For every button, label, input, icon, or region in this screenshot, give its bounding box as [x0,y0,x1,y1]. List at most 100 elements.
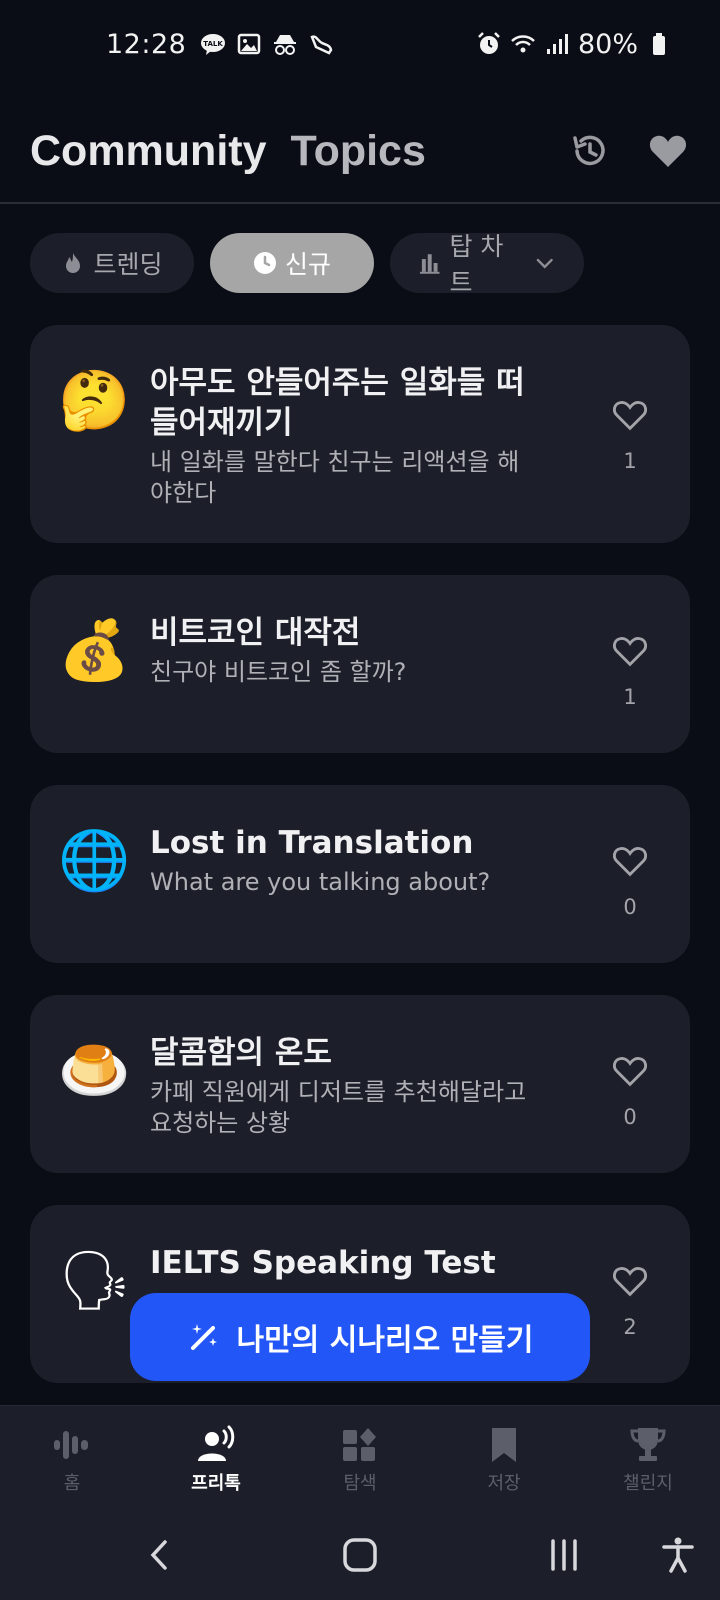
recents-icon [551,1539,577,1571]
chip-top-chart-label: 탑 차트 [449,232,504,297]
image-icon [236,31,262,57]
custard-icon: 🍮 [58,1036,131,1104]
trophy-icon [630,1427,666,1461]
signal-icon [544,31,570,57]
battery-percent: 80% [577,28,638,60]
topic-subtitle: 친구야 비트코인 좀 할까? [150,658,407,686]
heart-outline-icon [613,401,647,431]
system-nav-bar [0,1513,720,1600]
nav-freetalk-label: 프리톡 [191,1472,241,1494]
topic-card[interactable]: 🍮 달콤함의 온도 카페 직원에게 디저트를 추천해달라고 요청하는 상황 0 [30,995,690,1173]
nav-home[interactable]: 홈 [12,1425,132,1495]
globe-icon: 🌐 [58,826,131,894]
wifi-icon [510,31,536,57]
nav-freetalk[interactable]: 프리톡 [156,1425,276,1495]
like-button[interactable]: 1 [608,631,652,709]
thinking-face-icon: 🤔 [58,366,131,434]
svg-text:TALK: TALK [204,40,224,48]
create-scenario-button[interactable]: 나만의 시나리오 만들기 [130,1293,590,1381]
bookmark-icon [492,1427,516,1462]
chip-new[interactable]: 신규 [210,233,374,293]
nav-home-label: 홈 [63,1472,81,1494]
alarm-icon [476,31,502,57]
topic-card[interactable]: 🌐 Lost in Translation What are you talki… [30,785,690,963]
history-icon [573,135,605,166]
person-speaking-icon [198,1425,235,1461]
heart-outline-icon [613,847,647,877]
nav-explore-label: 탐색 [343,1472,377,1494]
status-left: 12:28 TALK [106,29,334,60]
like-count: 0 [623,1105,637,1129]
chip-trending-label: 트렌딩 [93,250,163,279]
bar-chart-icon [419,254,440,274]
like-count: 0 [623,895,637,919]
like-button[interactable]: 0 [608,1051,652,1129]
topic-text: IELTS Speaking Test [150,1243,530,1287]
nav-challenge[interactable]: 챌린지 [588,1425,708,1495]
topic-card[interactable]: 💰 비트코인 대작전 친구야 비트코인 좀 할까? 1 [30,575,690,753]
battery-icon [646,31,672,57]
heart-outline-icon [613,1057,647,1087]
apps-icon [343,1427,376,1461]
topic-text: 달콤함의 온도 카페 직원에게 디저트를 추천해달라고 요청하는 상황 [150,1033,530,1139]
heart-outline-icon [613,637,647,667]
like-button[interactable]: 1 [608,395,652,473]
app-header: Community Topics [0,100,720,204]
nav-challenge-label: 챌린지 [623,1472,673,1494]
speaking-head-icon: 🗣 [58,1246,132,1314]
talk-icon: TALK [200,31,226,57]
back-button[interactable] [138,1533,182,1577]
like-button[interactable]: 0 [608,841,652,919]
bottom-nav: 홈 프리톡 탐색 저장 챌린지 [0,1405,720,1513]
topic-title: 아무도 안들어주는 일화들 떠들어재끼기 [150,365,525,441]
topic-subtitle: 카페 직원에게 디저트를 추천해달라고 요청하는 상황 [150,1078,527,1137]
filter-chips: 트렌딩 신규 탑 차트 [30,232,584,297]
status-time: 12:28 [106,28,187,60]
header-actions [568,129,690,173]
topic-card[interactable]: 🤔 아무도 안들어주는 일화들 떠들어재끼기 내 일화를 말한다 친구는 리액션… [30,325,690,543]
nav-saved-label: 저장 [487,1472,521,1494]
like-count: 1 [623,685,637,709]
recents-button[interactable] [542,1533,586,1577]
topic-title: Lost in Translation [150,825,474,861]
accessibility-button[interactable] [656,1533,700,1577]
chip-top-chart[interactable]: 탑 차트 [390,232,584,297]
create-scenario-label: 나만의 시나리오 만들기 [236,1323,534,1358]
incognito-icon [272,31,298,57]
accessibility-icon [662,1537,694,1573]
clock-icon [253,252,276,274]
history-button[interactable] [568,129,612,173]
page-title: Community Topics [30,127,426,176]
home-square-icon [343,1538,377,1572]
home-button[interactable] [338,1533,382,1577]
waveform-icon [54,1430,88,1459]
chip-new-label: 신규 [284,250,331,279]
topic-title: IELTS Speaking Test [150,1245,496,1281]
chevron-down-icon [536,258,553,269]
magic-wand-icon [190,1324,217,1350]
topic-title: 달콤함의 온도 [150,1035,332,1071]
topic-subtitle: What are you talking about? [150,868,491,896]
topic-text: Lost in Translation What are you talking… [150,823,530,898]
topic-title: 비트코인 대작전 [150,615,361,651]
favorites-button[interactable] [646,129,690,173]
status-bar: 12:28 TALK 80% [0,0,720,88]
status-right: 80% [476,29,672,60]
topic-subtitle: 내 일화를 말한다 친구는 리액션을 해야한다 [150,448,520,507]
heart-filled-icon [649,135,687,167]
topic-text: 아무도 안들어주는 일화들 떠들어재끼기 내 일화를 말한다 친구는 리액션을 … [150,363,530,509]
nav-explore[interactable]: 탐색 [300,1425,420,1495]
shoe-icon [308,31,334,57]
chip-trending[interactable]: 트렌딩 [30,233,194,293]
title-community[interactable]: Community [30,127,267,176]
topic-text: 비트코인 대작전 친구야 비트코인 좀 할까? [150,613,530,688]
nav-saved[interactable]: 저장 [444,1425,564,1495]
title-topics[interactable]: Topics [291,127,426,176]
heart-outline-icon [613,1267,647,1297]
back-icon [150,1540,167,1570]
like-count: 1 [623,449,637,473]
like-count: 2 [623,1315,637,1339]
money-bag-icon: 💰 [58,616,131,684]
fire-icon [66,253,81,273]
like-button[interactable]: 2 [608,1261,652,1339]
